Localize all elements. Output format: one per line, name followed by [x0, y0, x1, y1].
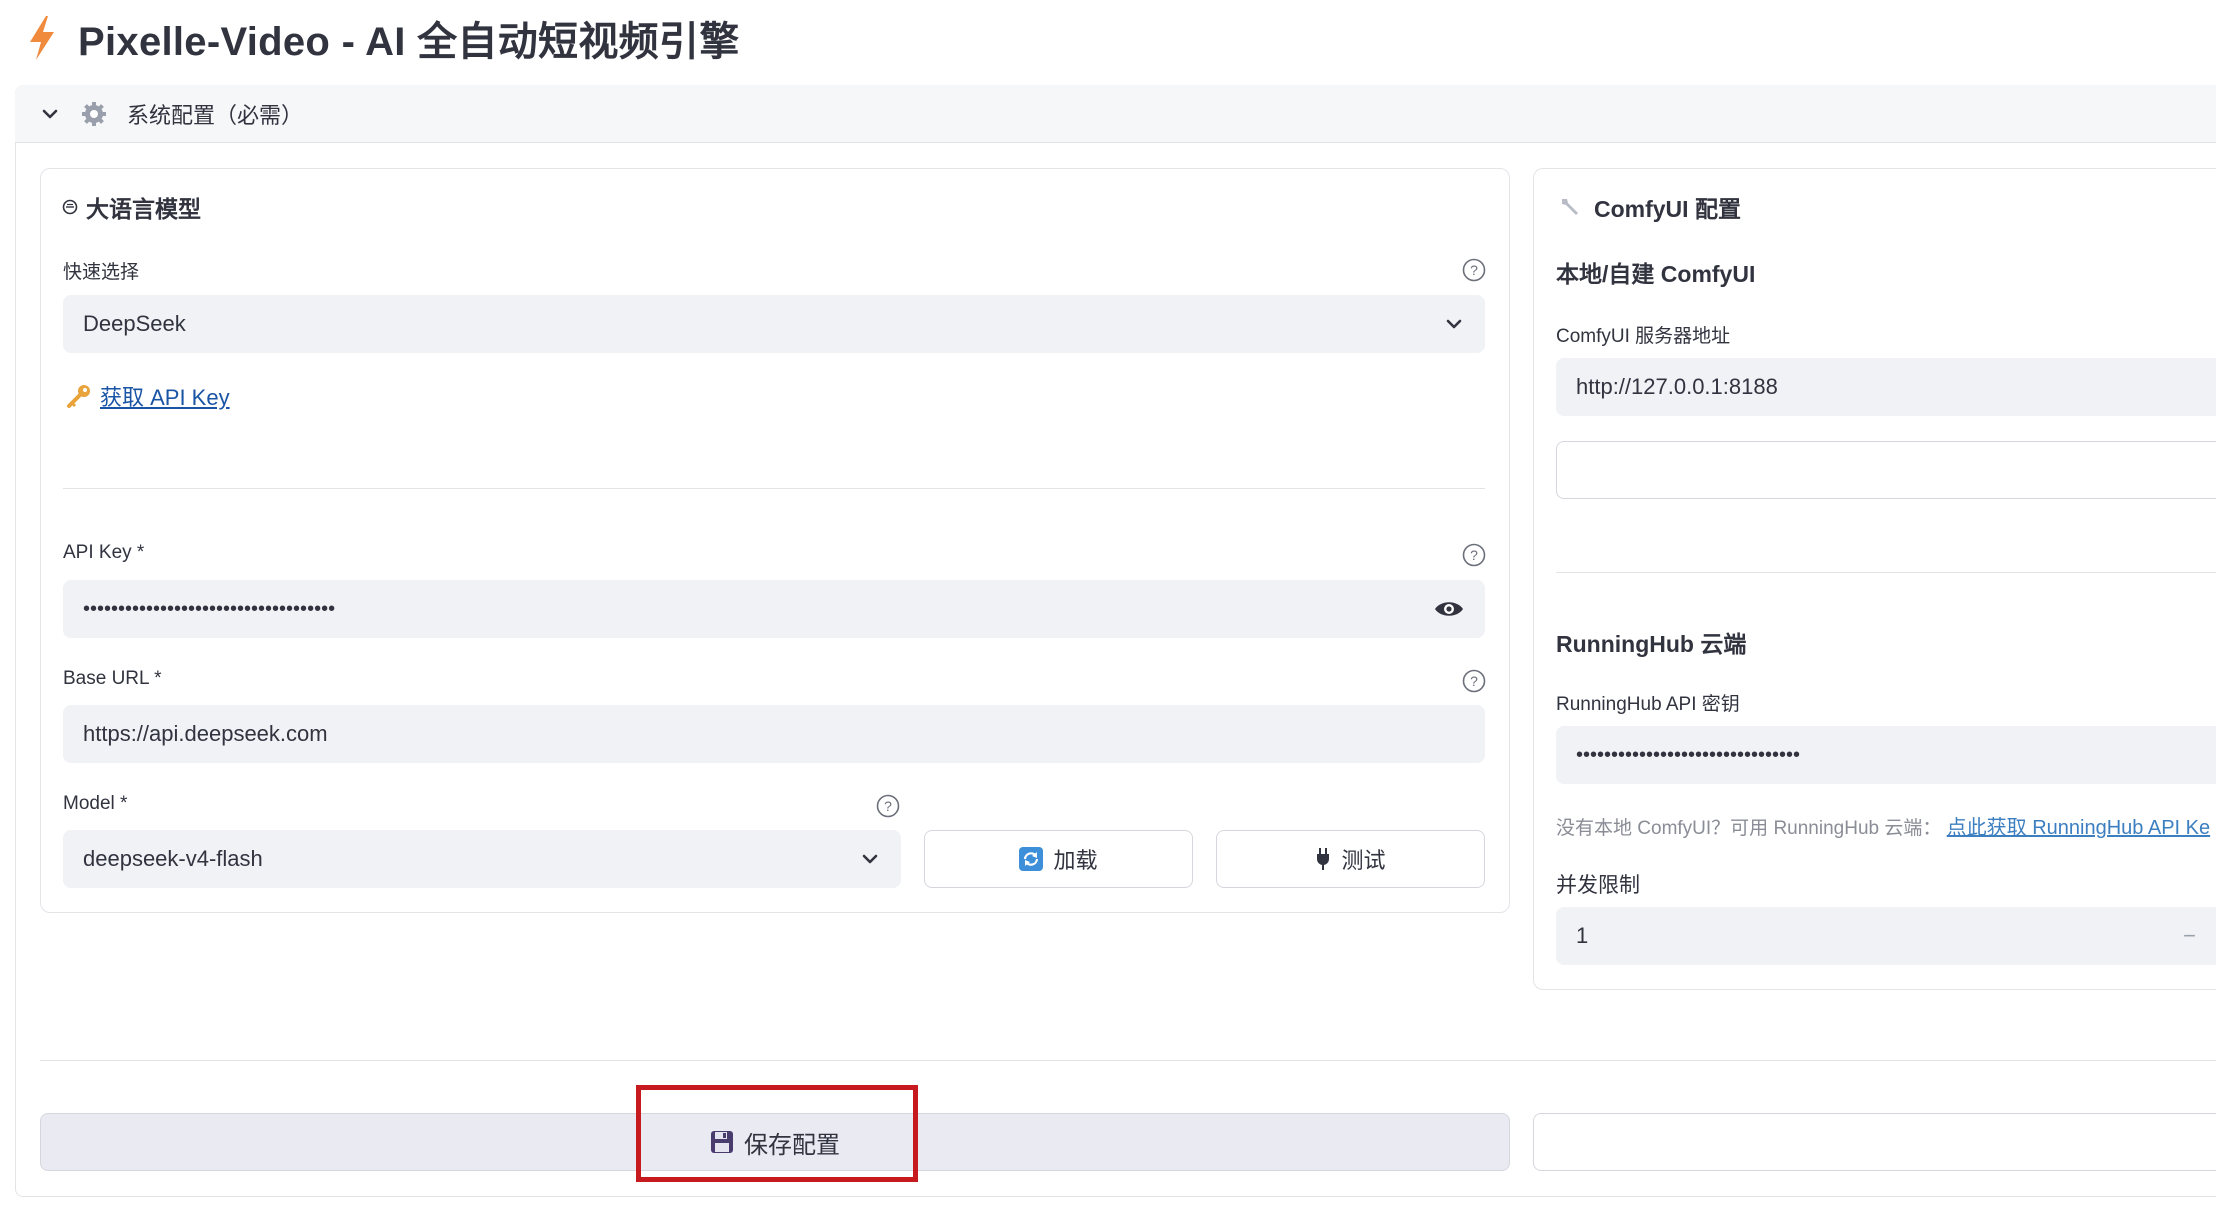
llm-heading: 大语言模型 — [62, 190, 201, 224]
runninghub-key-label: RunningHub API 密钥 — [1556, 694, 1740, 715]
runninghub-key-link[interactable]: 点此获取 RunningHub API Ke — [1947, 817, 2210, 839]
base-url-label: Base URL * — [63, 668, 162, 689]
quick-select-value: DeepSeek — [83, 311, 186, 336]
highlight-box — [636, 1085, 918, 1182]
help-icon[interactable]: ? — [875, 793, 901, 819]
app-header: Pixelle-Video - AI 全自动短视频引擎 — [26, 8, 740, 68]
page-title: Pixelle-Video - AI 全自动短视频引擎 — [78, 20, 740, 64]
test-button[interactable]: 测试 — [1216, 830, 1485, 888]
server-address-label: ComfyUI 服务器地址 — [1556, 326, 1731, 347]
expander-header[interactable]: 系统配置（必需） — [15, 85, 2216, 143]
svg-text:?: ? — [1470, 262, 1478, 278]
model-label: Model * — [63, 793, 128, 814]
expander-label: 系统配置（必需） — [127, 102, 304, 128]
runninghub-heading: RunningHub 云端 — [1556, 625, 1746, 659]
base-url-value: https://api.deepseek.com — [83, 721, 328, 746]
base-url-input[interactable]: https://api.deepseek.com — [63, 705, 1485, 763]
comfyui-heading-text: ComfyUI 配置 — [1594, 196, 1741, 222]
concurrency-label: 并发限制 — [1556, 874, 1640, 897]
server-address-value: http://127.0.0.1:8188 — [1576, 374, 1778, 399]
load-button[interactable]: 加载 — [924, 830, 1193, 888]
help-icon[interactable]: ? — [1461, 257, 1487, 283]
secondary-action-button[interactable] — [1533, 1113, 2216, 1171]
decrement-button[interactable]: − — [2183, 923, 2196, 949]
lightning-icon — [30, 16, 54, 60]
load-button-label: 加载 — [1053, 848, 1098, 873]
runninghub-key-input[interactable]: •••••••••••••••••••••••••••••••• — [1556, 726, 2216, 784]
api-key-value: •••••••••••••••••••••••••••••••••••• — [83, 597, 336, 620]
model-dropdown[interactable]: deepseek-v4-flash — [63, 830, 901, 888]
key-icon — [67, 385, 90, 408]
divider — [1556, 572, 2216, 573]
chevron-down-icon — [862, 854, 878, 864]
runninghub-heading-text: RunningHub 云端 — [1556, 631, 1747, 657]
gear-icon — [82, 101, 106, 126]
eye-icon[interactable] — [1433, 598, 1465, 620]
runninghub-hint: 没有本地 ComfyUI？可用 RunningHub 云端： 点此获取 Runn… — [1556, 811, 2210, 840]
concurrency-value: 1 — [1576, 923, 1589, 948]
refresh-icon — [1019, 847, 1044, 871]
help-icon[interactable]: ? — [1461, 668, 1487, 694]
brain-icon — [62, 199, 78, 215]
llm-heading-text: 大语言模型 — [86, 196, 201, 222]
chevron-down-icon — [42, 109, 58, 118]
model-value: deepseek-v4-flash — [83, 846, 263, 871]
test-button-label: 测试 — [1341, 848, 1386, 873]
get-api-key-row: 获取 API Key — [66, 380, 230, 412]
concurrency-input[interactable]: 1 − — [1556, 907, 2216, 965]
comfyui-extra-input[interactable] — [1556, 441, 2216, 499]
get-api-key-link[interactable]: 获取 API Key — [100, 380, 230, 412]
runninghub-key-value: •••••••••••••••••••••••••••••••• — [1576, 743, 1801, 766]
divider — [40, 1060, 2216, 1061]
api-key-input[interactable]: •••••••••••••••••••••••••••••••••••• — [63, 580, 1485, 638]
local-comfyui-heading: 本地/自建 ComfyUI — [1556, 255, 1755, 289]
server-address-input[interactable]: http://127.0.0.1:8188 — [1556, 358, 2216, 416]
runninghub-hint-text: 没有本地 ComfyUI？可用 RunningHub 云端： — [1556, 818, 1942, 839]
svg-text:?: ? — [1470, 547, 1478, 563]
quick-select-dropdown[interactable]: DeepSeek — [63, 295, 1485, 353]
comfyui-card — [1533, 168, 2216, 990]
local-comfyui-heading-text: 本地/自建 ComfyUI — [1556, 261, 1756, 287]
quick-select-label: 快速选择 — [63, 262, 140, 283]
help-icon[interactable]: ? — [1461, 542, 1487, 568]
plug-icon — [1317, 848, 1330, 870]
wrench-icon — [1562, 199, 1578, 215]
comfyui-heading: ComfyUI 配置 — [1558, 190, 1741, 224]
svg-text:?: ? — [884, 798, 892, 814]
chevron-down-icon — [1446, 319, 1462, 329]
llm-card — [40, 168, 1510, 913]
divider — [63, 488, 1485, 489]
svg-text:?: ? — [1470, 673, 1478, 689]
api-key-label: API Key * — [63, 542, 145, 563]
